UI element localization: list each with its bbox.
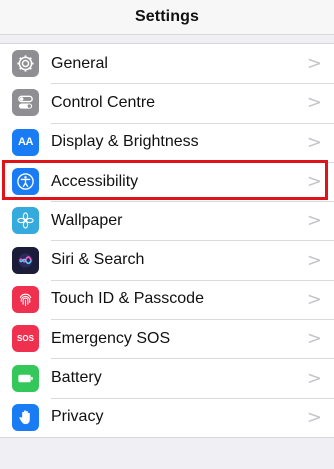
chevron-right-icon: > (306, 131, 322, 153)
settings-row-label: Privacy (51, 408, 104, 426)
settings-row-battery[interactable]: Battery > (0, 358, 334, 398)
settings-row-label: General (51, 54, 108, 72)
battery-icon (12, 364, 39, 392)
settings-row-emergency-sos[interactable]: SOS Emergency SOS > (0, 319, 334, 359)
gear-icon (12, 50, 39, 78)
settings-row-touch-id-passcode[interactable]: Touch ID & Passcode > (0, 279, 334, 320)
settings-row-label: Wallpaper (51, 211, 123, 229)
settings-list: General > Control Centre > AA Display & … (0, 43, 334, 438)
sos-icon-text: SOS (17, 334, 34, 344)
settings-row-siri-search[interactable]: Siri & Search > (0, 240, 334, 280)
settings-row-privacy[interactable]: Privacy > (0, 397, 334, 437)
hand-icon (12, 403, 39, 431)
chevron-right-icon: > (306, 210, 322, 232)
navigation-bar: Settings (0, 0, 334, 35)
chevron-right-icon: > (306, 367, 322, 389)
chevron-right-icon: > (306, 328, 322, 350)
siri-icon (12, 246, 39, 274)
fingerprint-icon (12, 285, 39, 313)
accessibility-icon (12, 168, 39, 196)
chevron-right-icon: > (306, 249, 322, 271)
chevron-right-icon: > (306, 53, 322, 75)
settings-row-general[interactable]: General > (0, 44, 334, 84)
aa-icon: AA (12, 128, 39, 156)
aa-icon-text: AA (18, 136, 33, 149)
toggles-icon (12, 89, 39, 117)
settings-row-display-brightness[interactable]: AA Display & Brightness > (0, 122, 334, 162)
settings-row-label: Touch ID & Passcode (51, 290, 204, 308)
settings-row-control-centre[interactable]: Control Centre > (0, 83, 334, 123)
page-title: Settings (135, 8, 199, 25)
settings-row-label: Battery (51, 369, 102, 387)
settings-row-label: Siri & Search (51, 251, 145, 269)
settings-row-wallpaper[interactable]: Wallpaper > (0, 201, 334, 241)
chevron-right-icon: > (306, 92, 322, 114)
settings-row-label: Display & Brightness (51, 133, 199, 151)
settings-row-label: Control Centre (51, 93, 156, 111)
chevron-right-icon: > (306, 171, 322, 193)
settings-row-label: Emergency SOS (51, 329, 171, 347)
settings-row-accessibility[interactable]: Accessibility > (0, 161, 334, 202)
chevron-right-icon: > (306, 406, 322, 428)
chevron-right-icon: > (306, 288, 322, 310)
settings-row-label: Accessibility (51, 172, 139, 190)
sos-icon: SOS (12, 325, 39, 353)
flower-icon (12, 207, 39, 235)
